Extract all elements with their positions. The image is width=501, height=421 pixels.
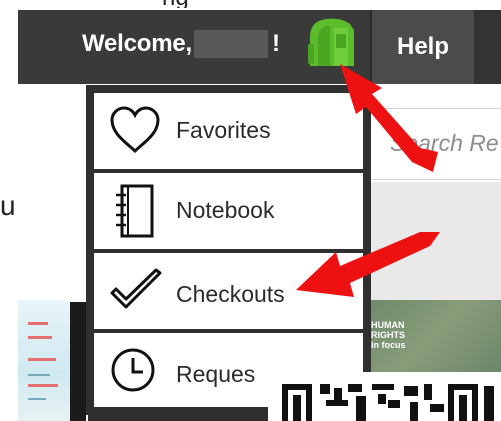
annotation-arrows <box>296 64 440 297</box>
arrow-to-checkouts <box>296 232 440 297</box>
arrow-to-backpack <box>340 64 438 172</box>
